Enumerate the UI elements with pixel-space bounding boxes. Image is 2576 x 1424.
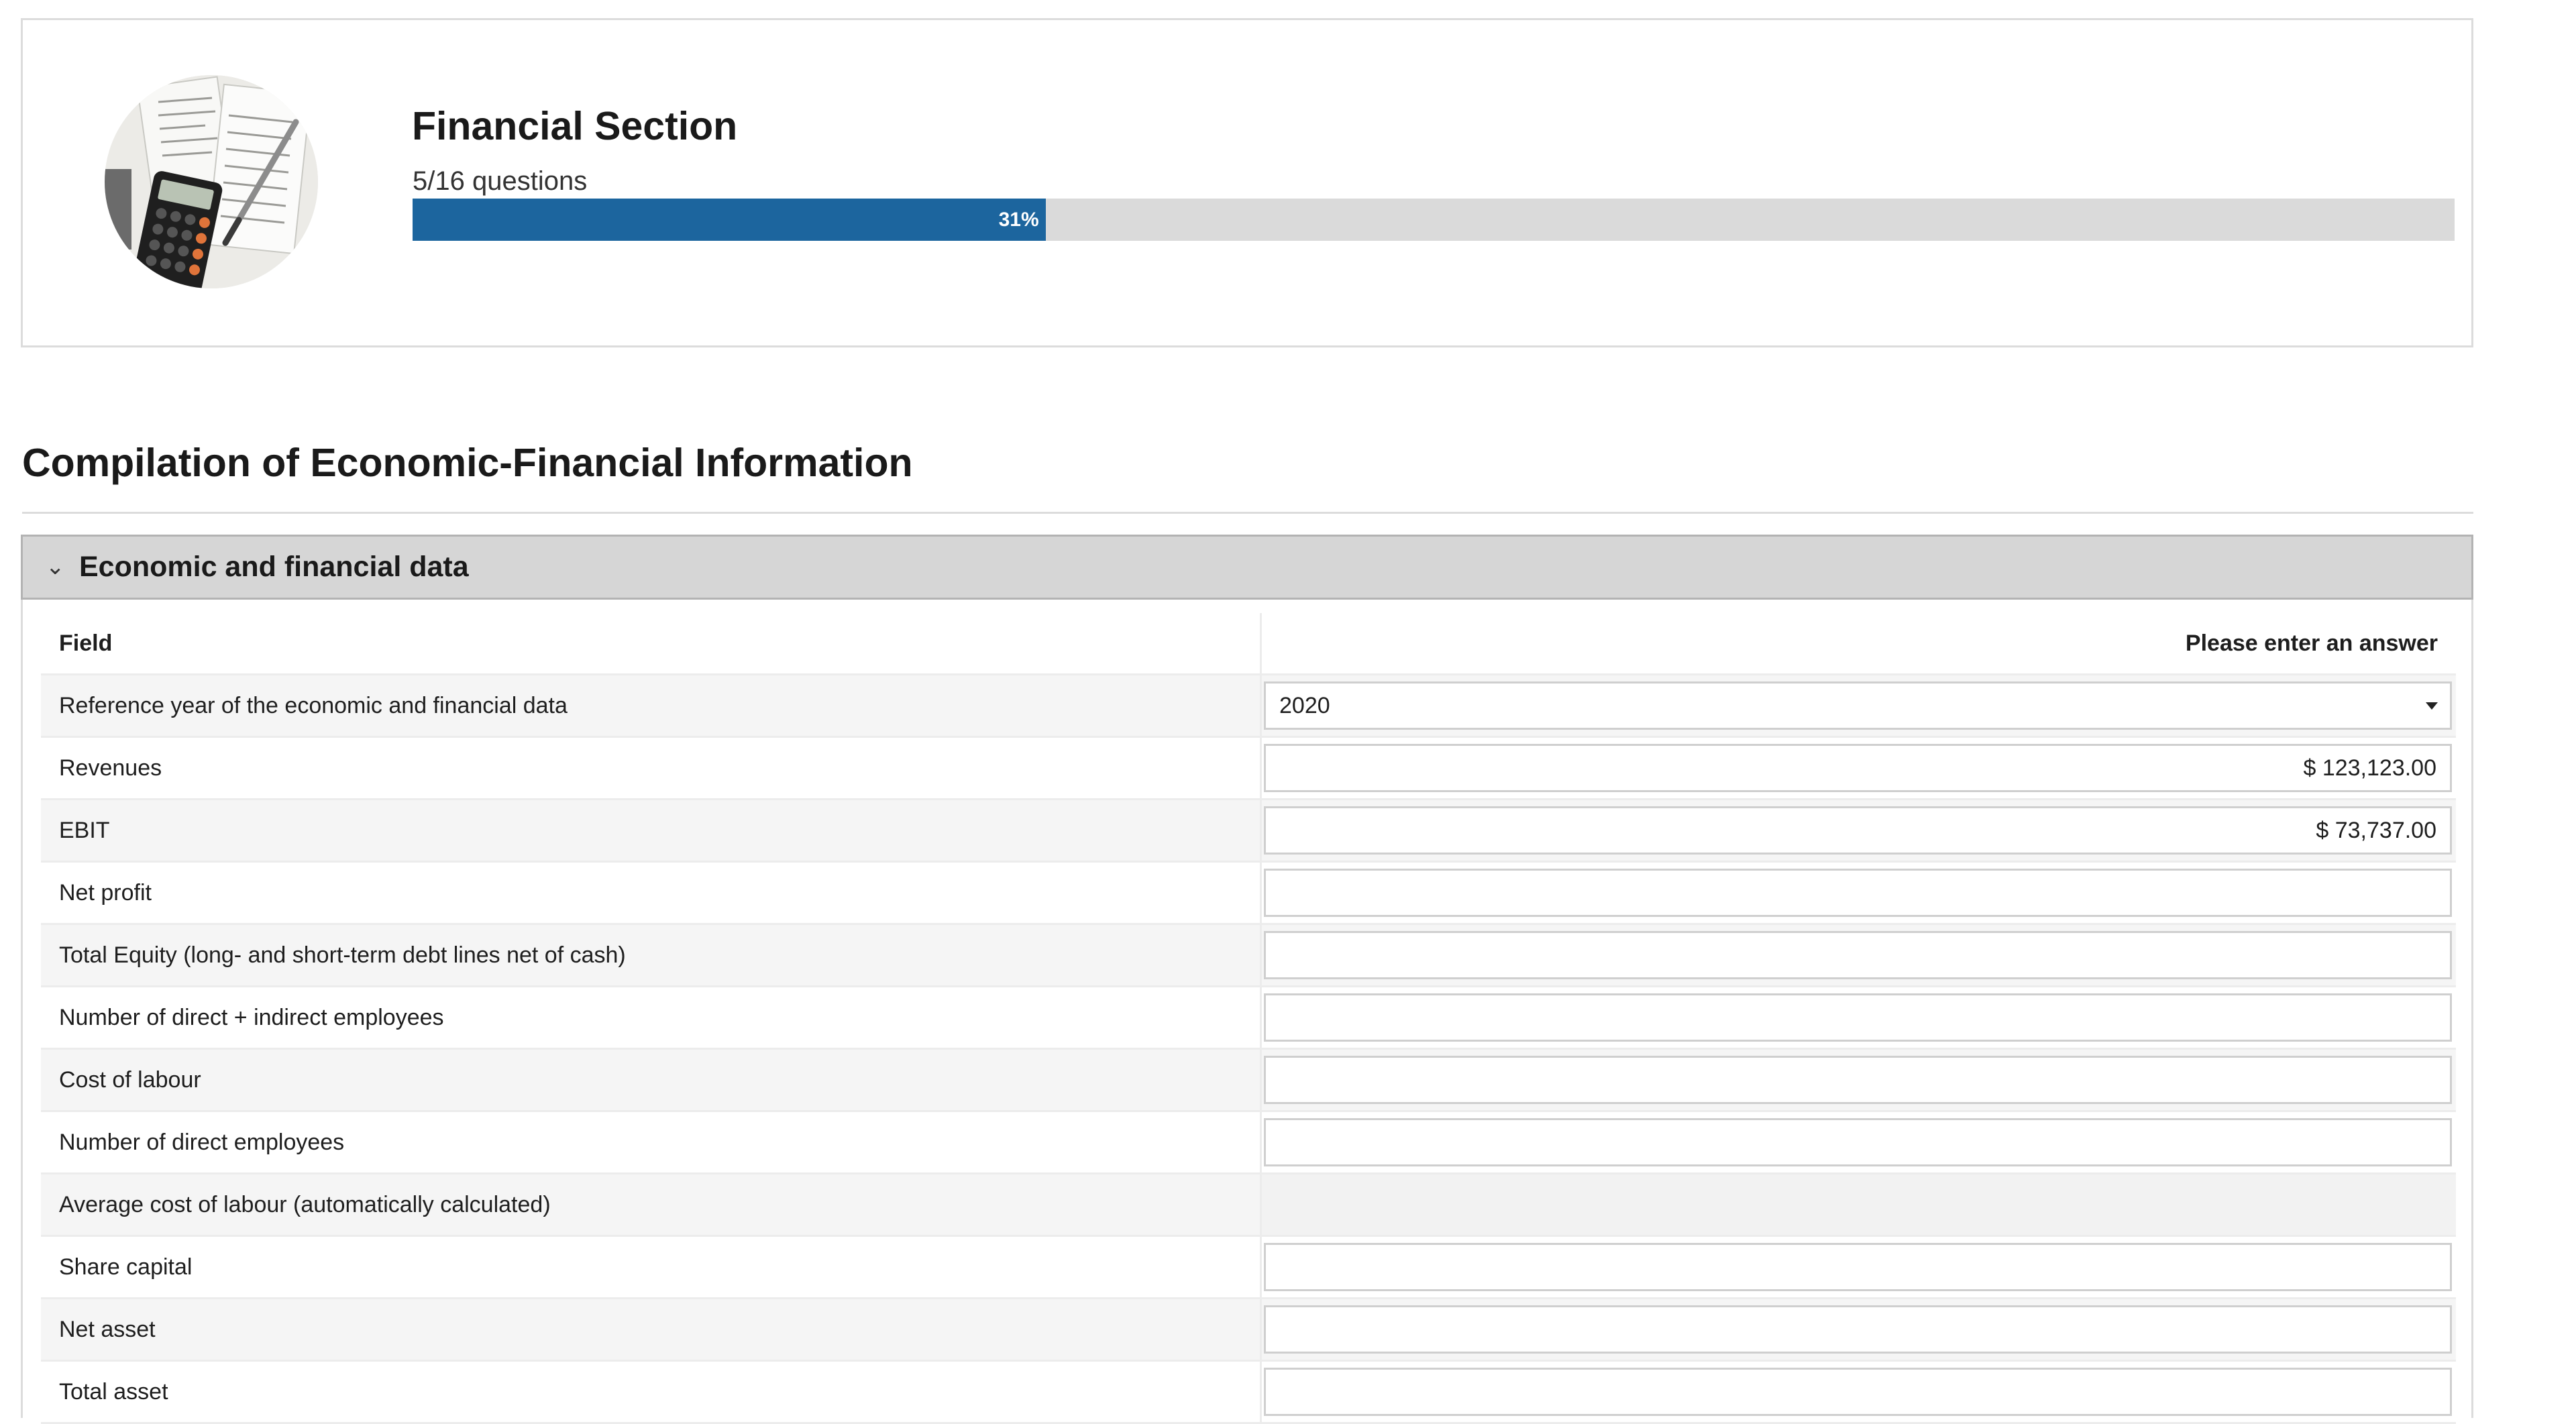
table-row: Number of direct employees bbox=[41, 1112, 2456, 1174]
row-label-cost-of-labour: Cost of labour bbox=[59, 1067, 201, 1093]
direct-employees-input[interactable] bbox=[1264, 1118, 2452, 1166]
total-asset-input[interactable] bbox=[1264, 1368, 2452, 1416]
row-label-total-equity: Total Equity (long- and short-term debt … bbox=[59, 942, 626, 968]
section-header-card: Financial Section 5/16 questions 31% bbox=[21, 18, 2473, 347]
column-header-field: Field bbox=[59, 631, 113, 656]
row-label-direct-employees: Number of direct employees bbox=[59, 1130, 345, 1155]
heading-divider bbox=[22, 512, 2473, 514]
table-row: Revenues bbox=[41, 738, 2456, 800]
table-row: EBIT bbox=[41, 800, 2456, 863]
table-row: Reference year of the economic and finan… bbox=[41, 675, 2456, 738]
column-divider bbox=[1260, 613, 1262, 673]
table-row: Net asset bbox=[41, 1299, 2456, 1362]
total-equity-input[interactable] bbox=[1264, 931, 2452, 979]
calculator-documents-icon bbox=[105, 75, 318, 288]
accordion-economic-financial-data[interactable]: ⌄ Economic and financial data bbox=[21, 535, 2473, 600]
reference-year-value: 2020 bbox=[1279, 693, 1330, 718]
share-capital-input[interactable] bbox=[1264, 1243, 2452, 1291]
column-divider bbox=[1260, 925, 1262, 985]
section-avatar-image bbox=[105, 75, 318, 288]
net-profit-input[interactable] bbox=[1264, 869, 2452, 917]
page-title: Compilation of Economic-Financial Inform… bbox=[22, 441, 913, 485]
dropdown-caret-icon bbox=[2426, 702, 2438, 710]
column-divider bbox=[1260, 863, 1262, 923]
row-label-revenues: Revenues bbox=[59, 755, 162, 781]
row-label-net-profit: Net profit bbox=[59, 880, 152, 906]
row-label-share-capital: Share capital bbox=[59, 1254, 193, 1280]
row-label-reference-year: Reference year of the economic and finan… bbox=[59, 693, 568, 718]
progress-bar-fill: 31% bbox=[413, 199, 1046, 241]
column-divider bbox=[1260, 738, 1262, 798]
column-divider bbox=[1260, 800, 1262, 861]
table-row: Total asset bbox=[41, 1362, 2456, 1424]
column-header-answer: Please enter an answer bbox=[2185, 631, 2438, 656]
column-divider bbox=[1260, 987, 1262, 1048]
section-title: Financial Section bbox=[412, 104, 738, 148]
table-row: Total Equity (long- and short-term debt … bbox=[41, 925, 2456, 987]
progress-bar: 31% bbox=[413, 199, 2455, 241]
direct-indirect-employees-input[interactable] bbox=[1264, 993, 2452, 1042]
accordion-title: Economic and financial data bbox=[79, 551, 469, 583]
questions-count: 5/16 questions bbox=[413, 166, 588, 196]
table-row: Cost of labour bbox=[41, 1050, 2456, 1112]
net-asset-input[interactable] bbox=[1264, 1305, 2452, 1354]
chevron-down-icon: ⌄ bbox=[46, 554, 65, 580]
column-divider bbox=[1260, 1362, 1262, 1422]
row-label-ebit: EBIT bbox=[59, 818, 110, 843]
progress-percent-label: 31% bbox=[998, 209, 1039, 231]
column-divider bbox=[1260, 1237, 1262, 1297]
column-divider bbox=[1260, 1299, 1262, 1360]
row-label-total-asset: Total asset bbox=[59, 1379, 168, 1405]
table-row: Net profit bbox=[41, 863, 2456, 925]
column-divider bbox=[1260, 1050, 1262, 1110]
row-label-net-asset: Net asset bbox=[59, 1317, 156, 1342]
cost-of-labour-input[interactable] bbox=[1264, 1056, 2452, 1104]
column-divider bbox=[1260, 1112, 1262, 1172]
ebit-input[interactable] bbox=[1264, 806, 2452, 855]
reference-year-select[interactable]: 2020 bbox=[1264, 681, 2452, 730]
column-divider bbox=[1260, 675, 1262, 736]
table-row: Share capital bbox=[41, 1237, 2456, 1299]
row-label-direct-indirect-employees: Number of direct + indirect employees bbox=[59, 1005, 444, 1030]
table-row: Number of direct + indirect employees bbox=[41, 987, 2456, 1050]
economic-financial-table: Field Please enter an answer Reference y… bbox=[41, 613, 2456, 1424]
table-row: Average cost of labour (automatically ca… bbox=[41, 1174, 2456, 1237]
table-header-row: Field Please enter an answer bbox=[41, 613, 2456, 675]
average-cost-of-labour-value bbox=[1262, 1174, 2456, 1235]
revenues-input[interactable] bbox=[1264, 744, 2452, 792]
row-label-average-cost-of-labour: Average cost of labour (automatically ca… bbox=[59, 1192, 551, 1217]
